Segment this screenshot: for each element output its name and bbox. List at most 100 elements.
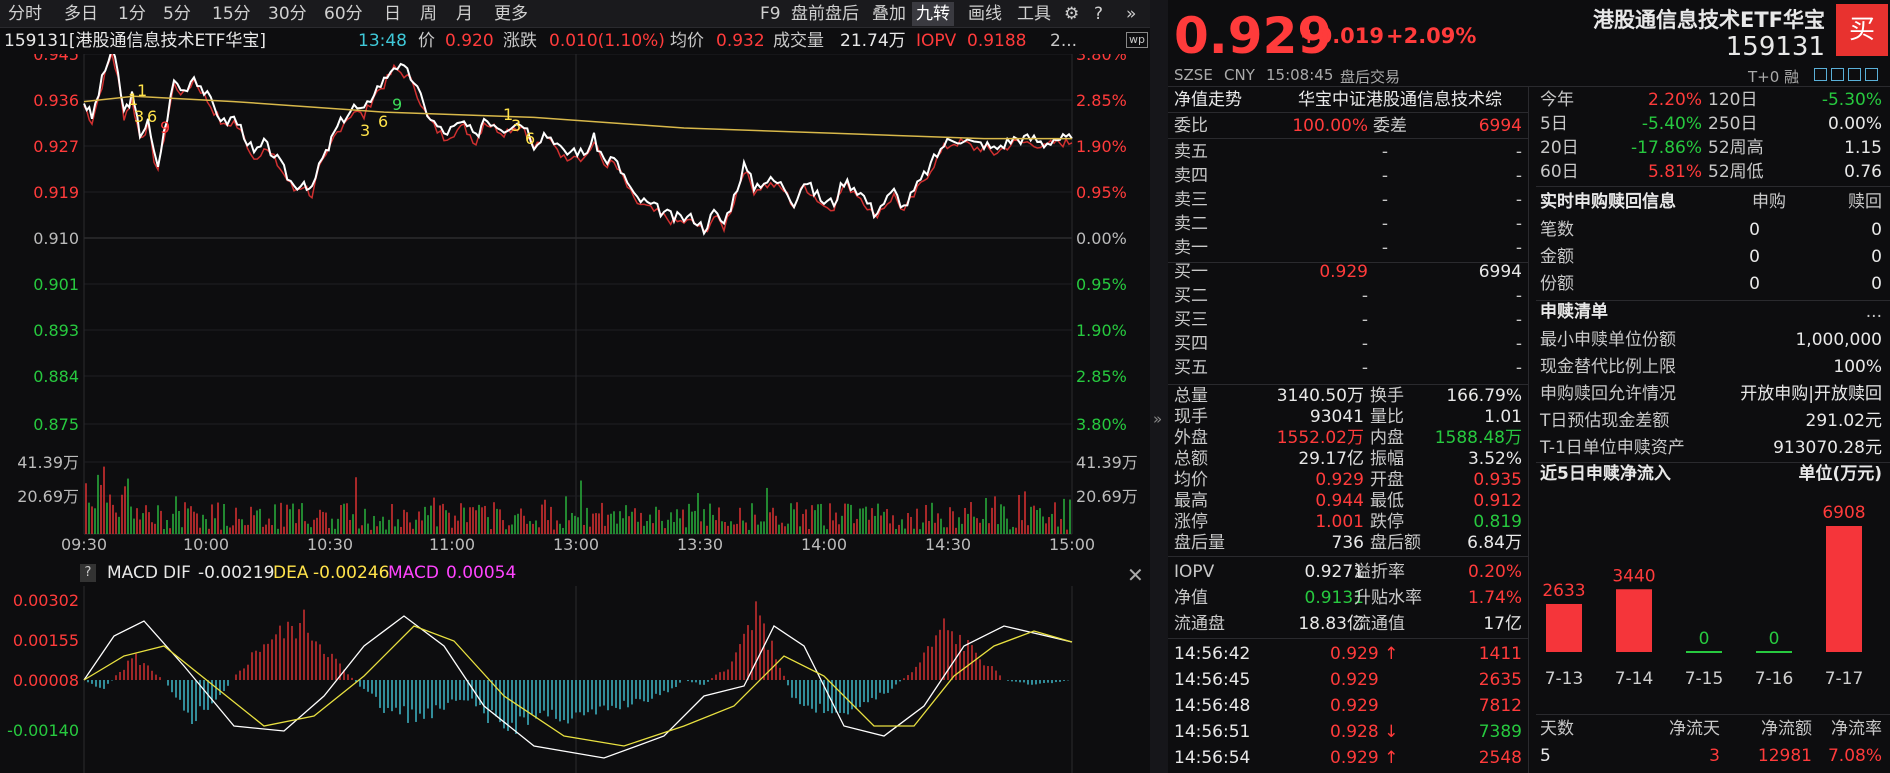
stat-label: 流通值 bbox=[1354, 614, 1405, 634]
price-change-pct: +2.09% bbox=[1386, 24, 1477, 48]
close-icon[interactable]: ✕ bbox=[1127, 562, 1144, 588]
stat-value: 29.17亿 bbox=[1298, 449, 1364, 469]
tick-volume: 1411 bbox=[1478, 644, 1522, 664]
period-tab-3[interactable]: 5分 bbox=[159, 2, 195, 26]
weibi-value: 100.00% bbox=[1292, 116, 1368, 136]
stat-value: 166.79% bbox=[1446, 386, 1522, 406]
expand-icon[interactable]: » bbox=[1122, 2, 1140, 26]
period-tab-10[interactable]: 更多 bbox=[490, 2, 532, 26]
gear-icon[interactable]: ⚙ bbox=[1060, 2, 1083, 26]
y-label-left: 0.875 bbox=[33, 415, 79, 434]
nine-turn-mark: 9 bbox=[392, 95, 402, 114]
y-label-left: 0.901 bbox=[33, 275, 79, 294]
iopv-label: IOPV bbox=[916, 31, 957, 51]
nine-turn-mark: 6 bbox=[378, 112, 388, 131]
period-tab-9[interactable]: 月 bbox=[452, 2, 477, 26]
security-name: 159131[港股通信息技术ETF华宝] bbox=[4, 31, 267, 51]
ask-volume: - bbox=[1515, 214, 1522, 234]
stat-value: 17亿 bbox=[1483, 614, 1522, 634]
x-label: 13:30 bbox=[677, 535, 723, 554]
inflow-value-label: 2633 bbox=[1542, 581, 1585, 601]
tool-2[interactable]: 叠加 bbox=[868, 2, 910, 26]
tool-3[interactable]: 九转 bbox=[912, 2, 954, 26]
perf-label: 120日 bbox=[1708, 90, 1758, 110]
chart-panel: 分时 多日 1分 5分 15分 30分 60分日周月更多 F9 盘前盘后 叠加 九转 画线 工具 ⚙?» … bbox=[0, 0, 1150, 773]
perf-value: -5.30% bbox=[1821, 90, 1882, 110]
bid-price: - bbox=[1361, 286, 1368, 306]
bid-price: 0.929 bbox=[1319, 262, 1368, 282]
divider bbox=[1168, 112, 1528, 113]
period-tab-1[interactable]: 多日 bbox=[60, 2, 102, 26]
nine-turn-mark: 6 bbox=[147, 107, 157, 126]
inflow-bar bbox=[1546, 603, 1582, 652]
help-icon[interactable]: ? bbox=[80, 564, 96, 582]
period-tab-7[interactable]: 日 bbox=[380, 2, 405, 26]
buy-button[interactable]: 买 bbox=[1836, 4, 1888, 56]
tick-volume: 2635 bbox=[1478, 670, 1522, 690]
nine-turn-mark: 3 bbox=[134, 107, 144, 126]
period-tab-6[interactable]: 60分 bbox=[320, 2, 367, 26]
y-label-left: 0.919 bbox=[33, 183, 79, 202]
info-more[interactable]: 2... bbox=[1050, 28, 1077, 54]
stat-label: 溢折率 bbox=[1354, 562, 1405, 582]
ask-level-label: 卖一 bbox=[1174, 238, 1208, 258]
price-label: 价 bbox=[418, 31, 435, 51]
period-tab-5[interactable]: 30分 bbox=[264, 2, 311, 26]
period-tab-8[interactable]: 周 bbox=[416, 2, 441, 26]
ask-price: - bbox=[1381, 214, 1388, 234]
weibi-label: 委比 bbox=[1174, 116, 1208, 136]
cursor-time: 13:48 bbox=[358, 31, 407, 51]
creation-item-value: 1,000,000 bbox=[1795, 330, 1882, 350]
y-label-right: 3.80% bbox=[1076, 54, 1127, 64]
volume-axis-label: 41.39万 bbox=[17, 453, 79, 472]
tool-5[interactable]: 工具 bbox=[1013, 2, 1055, 26]
edit-icon[interactable] bbox=[1814, 68, 1827, 81]
perf-value: 1.15 bbox=[1844, 138, 1882, 158]
inflow-date-label: 7-15 bbox=[1685, 669, 1724, 689]
tick-time: 14:56:54 bbox=[1174, 748, 1251, 768]
avg-label: 均价 bbox=[670, 31, 704, 51]
stat-label: 外盘 bbox=[1174, 428, 1208, 448]
layout-icon[interactable] bbox=[1831, 68, 1844, 81]
tool-0[interactable]: F9 bbox=[756, 2, 785, 26]
stat-label: 跌停 bbox=[1370, 512, 1404, 532]
inflow-value-label: 3440 bbox=[1612, 566, 1655, 586]
y-label-right: 1.90% bbox=[1076, 321, 1127, 340]
sr-redeem-value: 0 bbox=[1871, 247, 1882, 267]
net-inflow-unit: 单位(万元) bbox=[1798, 464, 1882, 484]
weight-icon[interactable]: wp bbox=[1126, 32, 1148, 48]
help-circle-icon[interactable]: ? bbox=[1090, 2, 1107, 26]
panel-tool-icons bbox=[1814, 68, 1886, 82]
period-tab-4[interactable]: 15分 bbox=[208, 2, 255, 26]
ask-level-label: 卖二 bbox=[1174, 214, 1208, 234]
period-tab-2[interactable]: 1分 bbox=[114, 2, 150, 26]
x-label: 15:00 bbox=[1049, 535, 1095, 554]
volume-axis-label: 20.69万 bbox=[1076, 487, 1138, 506]
creation-list-more[interactable]: ... bbox=[1836, 300, 1882, 324]
pin-icon[interactable] bbox=[1865, 68, 1878, 81]
perf-label: 52周低 bbox=[1708, 162, 1764, 182]
panel-divider[interactable]: » bbox=[1150, 0, 1168, 773]
settings-icon[interactable] bbox=[1848, 68, 1861, 81]
tool-1[interactable]: 盘前盘后 bbox=[787, 2, 863, 26]
ask-volume: - bbox=[1515, 142, 1522, 162]
nine-turn-mark: 9 bbox=[160, 118, 170, 137]
bid-level-label: 买五 bbox=[1174, 358, 1208, 378]
tick-price: 0.928 ↓ bbox=[1330, 722, 1399, 742]
tick-volume: 2548 bbox=[1478, 748, 1522, 768]
nav-trend-label[interactable]: 净值走势 bbox=[1174, 88, 1242, 112]
y-label-left: 0.884 bbox=[33, 367, 79, 386]
tick-time: 14:56:42 bbox=[1174, 644, 1251, 664]
exchange: SZSE bbox=[1174, 66, 1213, 84]
tick-price: 0.929 bbox=[1330, 696, 1379, 716]
collapse-icon[interactable]: » bbox=[1153, 410, 1162, 428]
tool-4[interactable]: 画线 bbox=[964, 2, 1006, 26]
tick-price: 0.929 bbox=[1330, 670, 1379, 690]
macd-indicator-name: MACD bbox=[107, 563, 158, 583]
cursor-price: 0.920 bbox=[445, 31, 494, 51]
y-label-right: 0.95% bbox=[1076, 183, 1127, 202]
stat-value: 6.84万 bbox=[1467, 533, 1522, 553]
ask-volume: - bbox=[1515, 190, 1522, 210]
stat-label: 开盘 bbox=[1370, 470, 1404, 490]
period-tab-0[interactable]: 分时 bbox=[4, 2, 46, 26]
